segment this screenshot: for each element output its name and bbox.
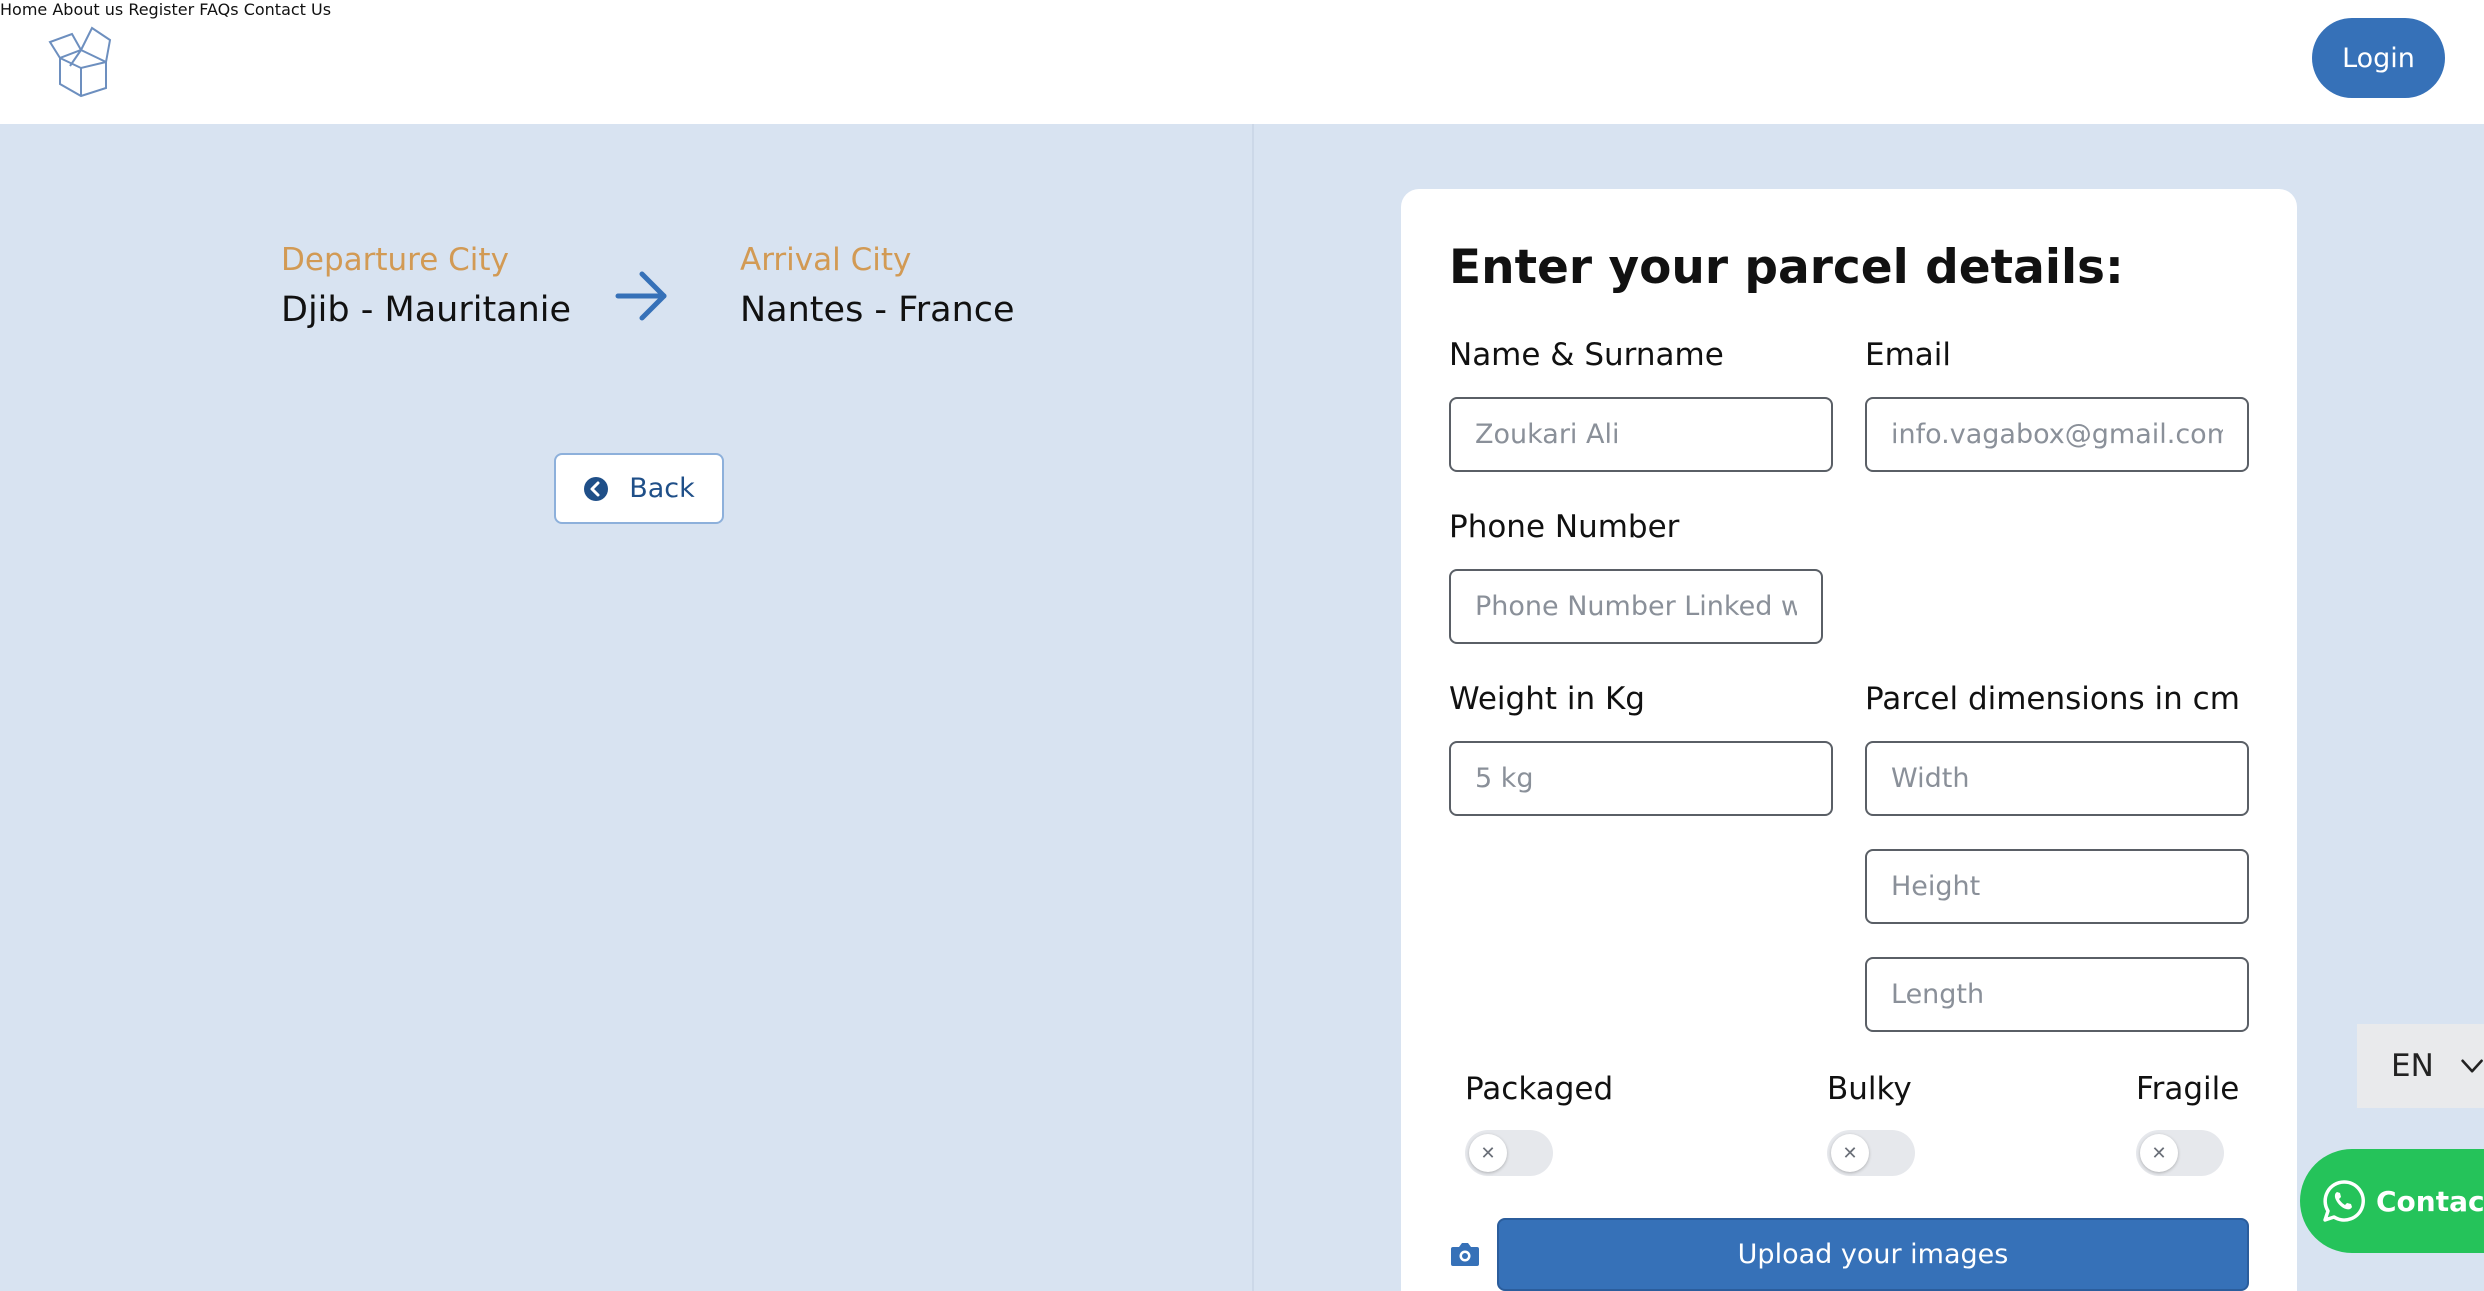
chevron-left-circle-icon: [584, 476, 609, 501]
language-value: EN: [2391, 1048, 2434, 1084]
chevron-down-icon: [2461, 1059, 2483, 1073]
nav-about-us[interactable]: About us: [52, 0, 123, 19]
arrival-city-label: Arrival City: [740, 242, 912, 278]
box-logo-icon[interactable]: [46, 22, 116, 98]
packaged-label: Packaged: [1465, 1071, 1614, 1107]
name-input[interactable]: [1449, 397, 1833, 472]
nav-contact-us[interactable]: Contact Us: [244, 0, 331, 19]
nav-home[interactable]: Home: [0, 0, 47, 19]
length-input[interactable]: [1865, 957, 2249, 1032]
email-input[interactable]: [1865, 397, 2249, 472]
bulky-label: Bulky: [1827, 1071, 1912, 1107]
back-button[interactable]: Back: [554, 453, 724, 524]
dimensions-label: Parcel dimensions in cm: [1865, 681, 2240, 717]
weight-label: Weight in Kg: [1449, 681, 1645, 717]
login-button[interactable]: Login: [2312, 18, 2445, 98]
close-icon: ✕: [2140, 1134, 2178, 1172]
packaged-toggle[interactable]: ✕: [1465, 1130, 1553, 1176]
whatsapp-contact-button[interactable]: Contact: [2300, 1149, 2484, 1253]
email-label: Email: [1865, 337, 1952, 373]
bulky-toggle[interactable]: ✕: [1827, 1130, 1915, 1176]
upload-images-button[interactable]: Upload your images: [1497, 1218, 2249, 1291]
fragile-label: Fragile: [2136, 1071, 2240, 1107]
nav-faqs[interactable]: FAQs: [199, 0, 238, 19]
nav-register[interactable]: Register: [128, 0, 194, 19]
arrival-city-value: Nantes - France: [740, 290, 1015, 330]
back-button-label: Back: [629, 473, 695, 504]
height-input[interactable]: [1865, 849, 2249, 924]
form-title: Enter your parcel details:: [1449, 240, 2124, 295]
whatsapp-icon: [2323, 1180, 2365, 1222]
close-icon: ✕: [1469, 1134, 1507, 1172]
camera-icon[interactable]: [1450, 1240, 1480, 1268]
phone-label: Phone Number: [1449, 509, 1680, 545]
name-label: Name & Surname: [1449, 337, 1724, 373]
contact-label: Contact: [2376, 1184, 2484, 1218]
site-header: Home About us Register FAQs Contact Us L…: [0, 0, 2484, 124]
column-divider: [1252, 124, 1254, 1291]
arrow-right-icon: [615, 271, 667, 321]
language-selector[interactable]: EN: [2357, 1024, 2484, 1108]
phone-input[interactable]: [1449, 569, 1823, 644]
width-input[interactable]: [1865, 741, 2249, 816]
departure-city-label: Departure City: [281, 242, 509, 278]
fragile-toggle[interactable]: ✕: [2136, 1130, 2224, 1176]
weight-input[interactable]: [1449, 741, 1833, 816]
departure-city-value: Djib - Mauritanie: [281, 290, 572, 330]
close-icon: ✕: [1831, 1134, 1869, 1172]
